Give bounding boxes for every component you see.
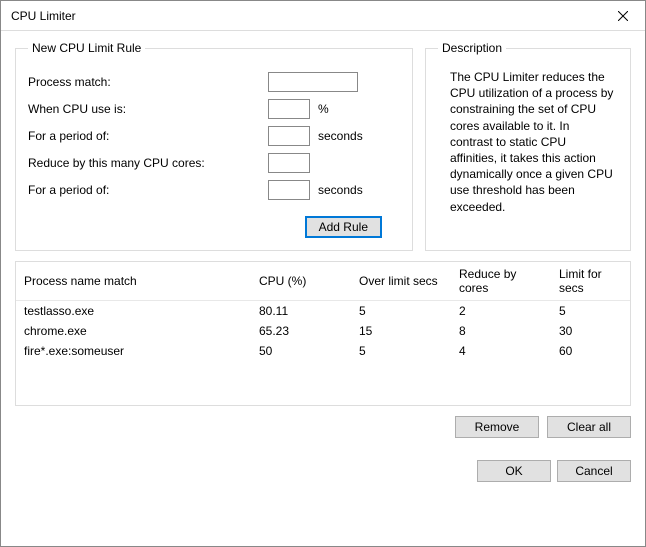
cell-limit: 5: [551, 301, 630, 322]
close-button[interactable]: [600, 1, 645, 30]
rules-table-head: Process name match CPU (%) Over limit se…: [16, 262, 630, 301]
cell-over: 15: [351, 321, 451, 341]
add-rule-row: Add Rule: [28, 216, 400, 238]
row-reduce: Reduce by this many CPU cores:: [28, 153, 400, 173]
cell-process: fire*.exe:someuser: [16, 341, 251, 361]
cell-reduce: 2: [451, 301, 551, 322]
col-process[interactable]: Process name match: [16, 262, 251, 301]
description-legend: Description: [438, 41, 506, 55]
cell-process: chrome.exe: [16, 321, 251, 341]
row-period-2: For a period of: seconds: [28, 180, 400, 200]
row-when-cpu: When CPU use is: %: [28, 99, 400, 119]
row-period-1: For a period of: seconds: [28, 126, 400, 146]
col-cpu[interactable]: CPU (%): [251, 262, 351, 301]
row-process-match: Process match:: [28, 72, 400, 92]
suffix-percent: %: [318, 102, 329, 116]
new-rule-group: New CPU Limit Rule Process match: When C…: [15, 41, 413, 251]
new-rule-legend: New CPU Limit Rule: [28, 41, 145, 55]
table-row[interactable]: testlasso.exe80.11525: [16, 301, 630, 322]
input-period-2[interactable]: [268, 180, 310, 200]
label-process-match: Process match:: [28, 75, 268, 89]
description-text: The CPU Limiter reduces the CPU utilizat…: [438, 65, 618, 225]
cell-limit: 60: [551, 341, 630, 361]
cell-cpu: 80.11: [251, 301, 351, 322]
remove-button[interactable]: Remove: [455, 416, 539, 438]
col-limit[interactable]: Limit for secs: [551, 262, 630, 301]
titlebar: CPU Limiter: [1, 1, 645, 31]
table-row[interactable]: fire*.exe:someuser505460: [16, 341, 630, 361]
cancel-button[interactable]: Cancel: [557, 460, 631, 482]
dialog-content: New CPU Limit Rule Process match: When C…: [1, 31, 645, 546]
input-reduce[interactable]: [268, 153, 310, 173]
cell-reduce: 8: [451, 321, 551, 341]
label-period-2: For a period of:: [28, 183, 268, 197]
description-group: Description The CPU Limiter reduces the …: [425, 41, 631, 251]
rules-table-container: Process name match CPU (%) Over limit se…: [15, 261, 631, 406]
dialog-window: CPU Limiter New CPU Limit Rule Process m…: [0, 0, 646, 547]
cell-over: 5: [351, 301, 451, 322]
cell-process: testlasso.exe: [16, 301, 251, 322]
cell-cpu: 65.23: [251, 321, 351, 341]
close-icon: [618, 11, 628, 21]
rules-table: Process name match CPU (%) Over limit se…: [16, 262, 630, 361]
input-when-cpu[interactable]: [268, 99, 310, 119]
input-period-1[interactable]: [268, 126, 310, 146]
cell-cpu: 50: [251, 341, 351, 361]
add-rule-button[interactable]: Add Rule: [305, 216, 382, 238]
input-process-match[interactable]: [268, 72, 358, 92]
cell-over: 5: [351, 341, 451, 361]
cell-limit: 30: [551, 321, 630, 341]
table-buttons-row: Remove Clear all: [15, 416, 631, 438]
window-title: CPU Limiter: [11, 9, 600, 23]
rules-header-row: Process name match CPU (%) Over limit se…: [16, 262, 630, 301]
label-when-cpu: When CPU use is:: [28, 102, 268, 116]
dialog-buttons-row: OK Cancel: [15, 448, 631, 482]
suffix-seconds-2: seconds: [318, 183, 363, 197]
clear-all-button[interactable]: Clear all: [547, 416, 631, 438]
rules-table-body: testlasso.exe80.11525chrome.exe65.231583…: [16, 301, 630, 362]
label-period-1: For a period of:: [28, 129, 268, 143]
ok-button[interactable]: OK: [477, 460, 551, 482]
col-over[interactable]: Over limit secs: [351, 262, 451, 301]
suffix-seconds-1: seconds: [318, 129, 363, 143]
col-reduce[interactable]: Reduce by cores: [451, 262, 551, 301]
table-row[interactable]: chrome.exe65.2315830: [16, 321, 630, 341]
label-reduce: Reduce by this many CPU cores:: [28, 156, 268, 170]
cell-reduce: 4: [451, 341, 551, 361]
top-row: New CPU Limit Rule Process match: When C…: [15, 41, 631, 251]
